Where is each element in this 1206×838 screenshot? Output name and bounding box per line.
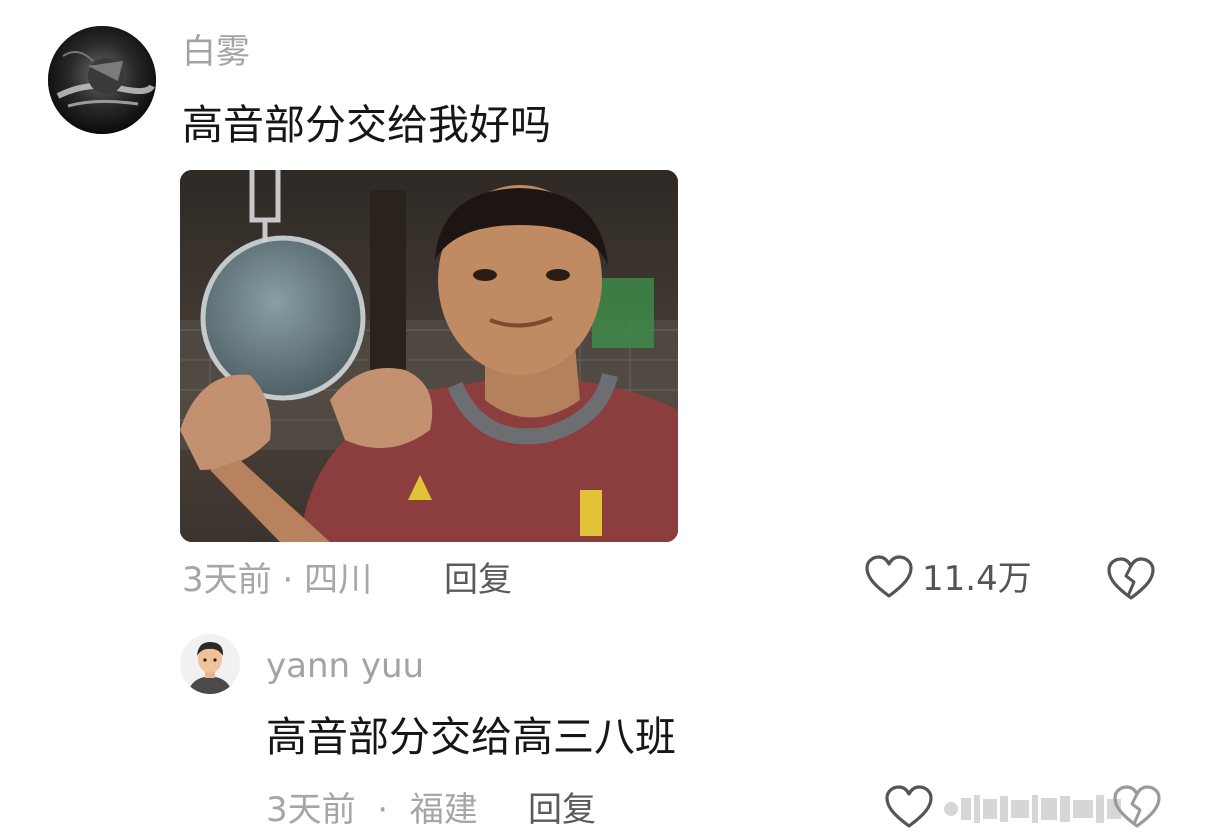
heart-icon [864,554,914,604]
watermark-overlay [944,794,1121,824]
heart-icon [884,784,934,834]
meta-separator: · [366,790,399,830]
comment-thread: 白雾 高音部分交给我好吗 3天前 · 四川 回复 11.4万 yann yuu … [0,0,1206,838]
reply-like-button[interactable] [884,784,1121,834]
like-count: 11.4万 [922,559,1032,599]
reply-text: 高音部分交给高三八班 [266,713,676,761]
comment-image[interactable] [180,170,678,542]
reply-time: 3天前 [266,790,356,830]
broken-heart-icon [1112,785,1162,834]
reply-location: 福建 [409,790,478,830]
comment-meta: 3天前 · 四川 [182,556,372,604]
like-button[interactable]: 11.4万 [864,554,1032,604]
meta-separator: · [271,560,305,600]
comment-text: 高音部分交给我好吗 [182,101,551,149]
dislike-button[interactable] [1106,556,1156,606]
broken-heart-icon [1106,557,1156,606]
reply-author[interactable]: yann yuu [266,644,424,688]
reply-reply-button[interactable]: 回复 [528,786,596,834]
reply-avatar[interactable] [180,634,240,694]
reply-button[interactable]: 回复 [444,556,512,604]
avatar[interactable] [48,26,156,134]
comment-time: 3天前 [182,560,272,600]
comment-author[interactable]: 白雾 [182,30,250,74]
comment-location: 四川 [304,560,373,600]
reply-meta: 3天前 · 福建 [266,786,478,834]
reply-dislike-button[interactable] [1112,784,1162,834]
